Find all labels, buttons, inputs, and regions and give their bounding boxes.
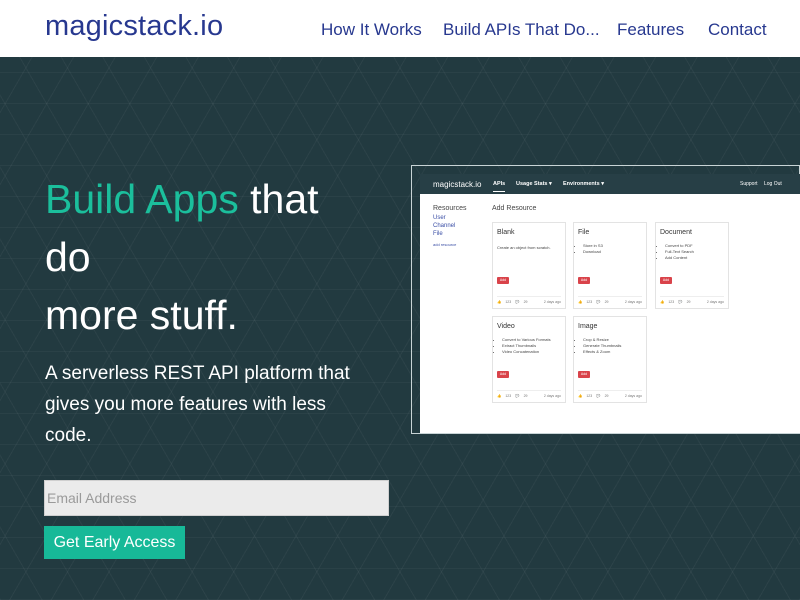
card-stats: 👍 123 💬 29 2 days ago — [497, 390, 561, 398]
like-count: 123 — [505, 300, 512, 304]
card-add-button: Add — [497, 371, 509, 378]
preview-logout-link: Log Out — [764, 181, 782, 187]
like-count: 123 — [586, 300, 593, 304]
dashboard-preview: magicstack.io APIs Usage Stats ▾ Environ… — [411, 165, 800, 434]
like-icon: 👍 — [578, 300, 583, 304]
comment-count: 29 — [604, 394, 609, 398]
comment-icon: 💬 — [515, 300, 520, 304]
card-add-button: Add — [578, 371, 590, 378]
card-title: Blank — [497, 229, 515, 236]
nav-how-it-works[interactable]: How It Works — [321, 20, 422, 40]
headline-part-1: that — [238, 176, 319, 222]
nav-contact[interactable]: Contact — [708, 20, 767, 40]
card-age: 2 days ago — [543, 300, 561, 304]
card-title: File — [578, 229, 590, 236]
card-age: 2 days ago — [543, 394, 561, 398]
list-item: Add Content — [665, 255, 694, 261]
comment-count: 29 — [604, 300, 609, 304]
like-count: 123 — [505, 394, 512, 398]
headline-accent: Build Apps — [45, 176, 239, 222]
comment-icon: 💬 — [515, 394, 520, 398]
card-feature-list: Crop & Resize Generate Thumbnails Effect… — [583, 337, 621, 355]
preview-tab-usage-stats: Usage Stats ▾ — [516, 181, 552, 187]
preview-logo: magicstack.io — [433, 180, 482, 189]
hero-section: Build Apps that do more stuff. A serverl… — [0, 57, 800, 600]
card-title: Image — [578, 323, 598, 330]
preview-card-blank: Blank Create an object from scratch. Add… — [492, 222, 566, 309]
card-age: 2 days ago — [706, 300, 724, 304]
comment-icon: 💬 — [596, 394, 601, 398]
card-feature-list: Convert to Various Formats Extract Thumb… — [502, 337, 551, 355]
headline-part-2: do — [45, 234, 91, 280]
like-icon: 👍 — [660, 300, 665, 304]
card-stats: 👍 123 💬 29 2 days ago — [660, 296, 724, 304]
card-add-button: Add — [497, 277, 509, 284]
preview-tab-environments: Environments ▾ — [563, 181, 604, 187]
like-count: 123 — [668, 300, 675, 304]
preview-resource-file: File — [433, 231, 443, 237]
top-bar: magicstack.io How It Works Build APIs Th… — [0, 0, 800, 57]
card-title: Video — [497, 323, 515, 330]
preview-resource-user: User — [433, 215, 446, 221]
comment-icon: 💬 — [678, 300, 683, 304]
preview-add-resource-link: add resource — [433, 242, 457, 247]
card-age: 2 days ago — [624, 394, 642, 398]
list-item: Video Concatenation — [502, 349, 551, 355]
like-count: 123 — [586, 394, 593, 398]
preview-add-resource-title: Add Resource — [492, 205, 537, 212]
site-logo[interactable]: magicstack.io — [45, 10, 223, 43]
nav-features[interactable]: Features — [617, 20, 684, 40]
like-icon: 👍 — [497, 394, 502, 398]
card-age: 2 days ago — [624, 300, 642, 304]
hero-subhead: A serverless REST API platform that give… — [45, 363, 350, 446]
comment-count: 29 — [523, 394, 528, 398]
preview-card-document: Document Convert to PDF Full-Text Search… — [655, 222, 729, 309]
card-description: Create an object from scratch. — [497, 245, 551, 250]
preview-card-image: Image Crop & Resize Generate Thumbnails … — [573, 316, 647, 403]
card-feature-list: Convert to PDF Full-Text Search Add Cont… — [665, 243, 694, 261]
preview-resources-title: Resources — [433, 205, 467, 212]
comment-count: 29 — [523, 300, 528, 304]
preview-tab-apis: APIs — [493, 181, 506, 192]
dashboard-screenshot: magicstack.io APIs Usage Stats ▾ Environ… — [420, 174, 800, 433]
nav-build-apis[interactable]: Build APIs That Do... — [443, 20, 600, 40]
list-item: Download — [583, 249, 603, 255]
hero-headline: Build Apps that do more stuff. — [45, 170, 375, 344]
email-input[interactable] — [44, 480, 389, 516]
headline-part-3: more stuff. — [45, 292, 238, 338]
card-stats: 👍 123 💬 29 2 days ago — [578, 296, 642, 304]
like-icon: 👍 — [497, 300, 502, 304]
get-early-access-button[interactable]: Get Early Access — [44, 526, 185, 559]
list-item: Effects & Zoom — [583, 349, 621, 355]
card-add-button: Add — [578, 277, 590, 284]
like-icon: 👍 — [578, 394, 583, 398]
preview-card-video: Video Convert to Various Formats Extract… — [492, 316, 566, 403]
card-stats: 👍 123 💬 29 2 days ago — [497, 296, 561, 304]
card-feature-list: Store in S3 Download — [583, 243, 603, 255]
card-title: Document — [660, 229, 692, 236]
preview-support-link: Support — [740, 181, 758, 187]
preview-navbar: magicstack.io APIs Usage Stats ▾ Environ… — [420, 174, 800, 194]
card-stats: 👍 123 💬 29 2 days ago — [578, 390, 642, 398]
comment-count: 29 — [686, 300, 691, 304]
card-add-button: Add — [660, 277, 672, 284]
comment-icon: 💬 — [596, 300, 601, 304]
preview-card-file: File Store in S3 Download Add 👍123 💬29 2… — [573, 222, 647, 309]
preview-resource-channel: Channel — [433, 223, 456, 229]
